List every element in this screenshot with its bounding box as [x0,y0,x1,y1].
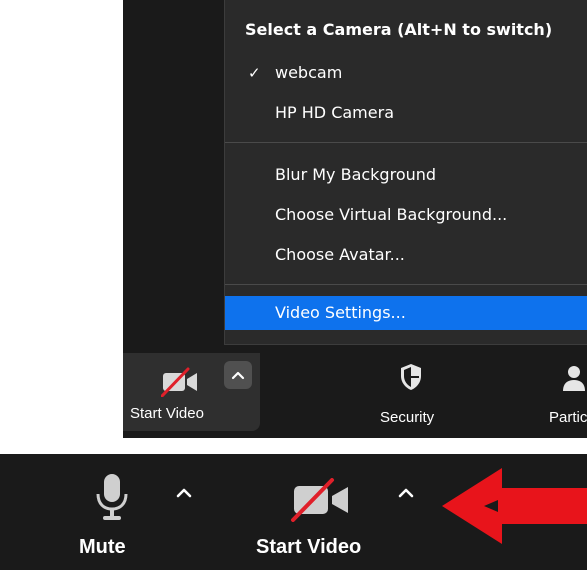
menu-item-label: Choose Virtual Background... [275,205,508,224]
shield-icon[interactable] [399,363,423,391]
security-label[interactable]: Security [380,409,434,426]
participants-label[interactable]: Partic [549,409,587,426]
menu-item-label: Blur My Background [275,165,437,184]
mute-label[interactable]: Mute [79,536,126,559]
camera-dropdown-menu: Select a Camera (Alt+N to switch) ✓ webc… [224,0,587,345]
meeting-toolbar: Start Video Security Partic [123,353,587,438]
red-arrow-icon [442,468,587,544]
menu-item-label: webcam [275,63,343,82]
start-video-label[interactable]: Start Video [256,536,361,559]
menu-item-virtual-background[interactable]: Choose Virtual Background... [225,198,587,232]
menu-item-hp-hd-camera[interactable]: HP HD Camera [225,96,587,130]
menu-item-video-settings[interactable]: Video Settings... [225,296,587,330]
microphone-icon[interactable] [92,472,132,522]
menu-item-choose-avatar[interactable]: Choose Avatar... [225,238,587,272]
zoom-toolbar-closeup: Mute Start Video [0,454,587,570]
video-options-button[interactable] [224,361,252,389]
menu-item-webcam[interactable]: ✓ webcam [225,56,587,90]
chevron-up-icon [231,371,245,380]
menu-item-label: Choose Avatar... [275,245,405,264]
menu-header: Select a Camera (Alt+N to switch) [245,20,553,39]
start-video-label[interactable]: Start Video [130,405,204,422]
menu-item-blur-background[interactable]: Blur My Background [225,158,587,192]
chevron-up-icon[interactable] [394,482,418,502]
menu-item-label: HP HD Camera [275,103,394,122]
menu-separator [225,284,587,285]
participants-icon[interactable] [563,363,587,393]
menu-item-label: Video Settings... [275,303,406,322]
chevron-up-icon[interactable] [172,482,196,502]
camera-menu-screenshot: Select a Camera (Alt+N to switch) ✓ webc… [123,0,587,438]
start-video-button-group: Start Video [123,353,260,431]
video-off-icon[interactable] [161,367,201,397]
video-off-icon[interactable] [290,478,354,522]
check-icon: ✓ [248,64,261,82]
menu-separator [225,142,587,143]
